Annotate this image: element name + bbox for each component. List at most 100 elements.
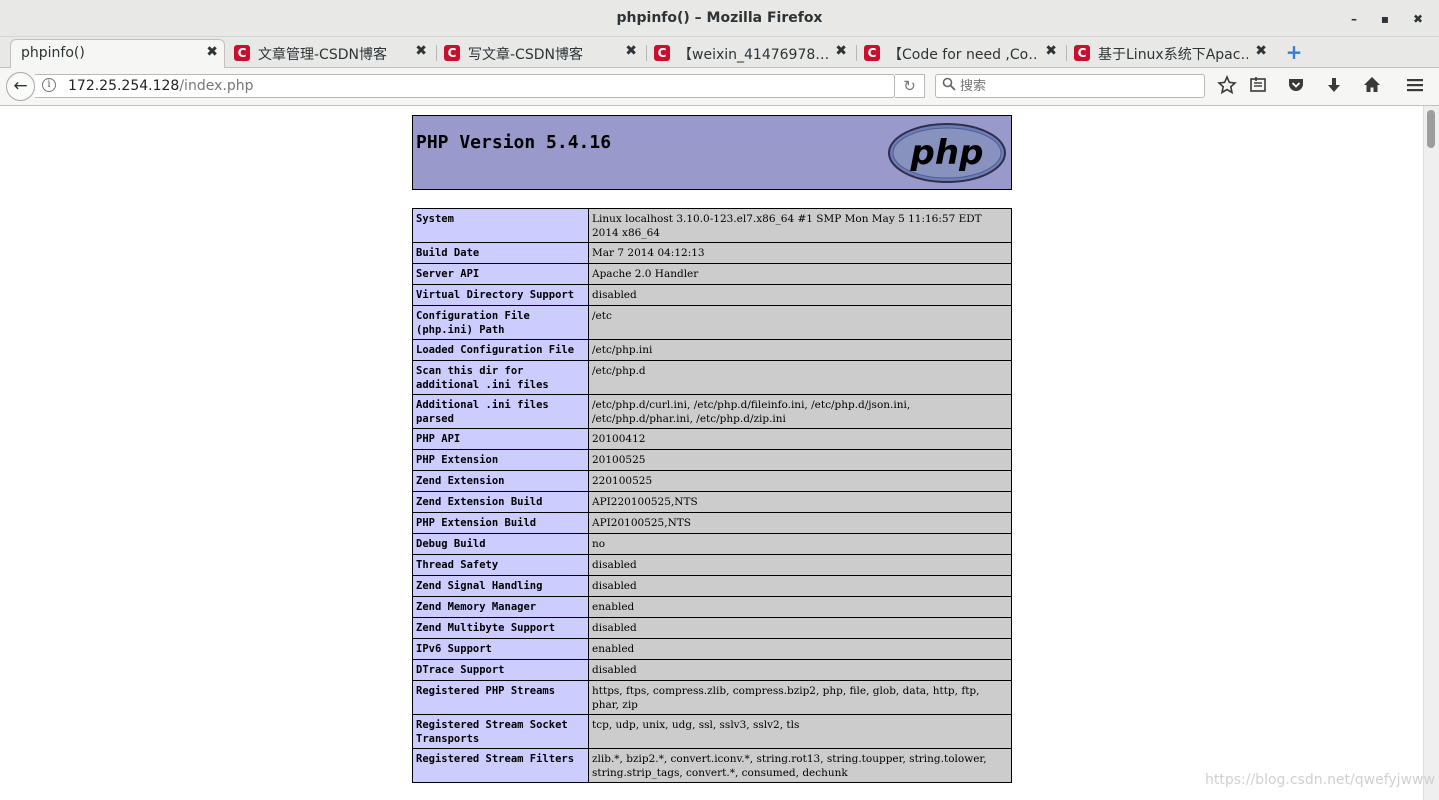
row-label: PHP Extension: [412, 449, 589, 471]
downloads-icon[interactable]: [1322, 75, 1346, 99]
table-row: Configuration File (php.ini) Path/etc: [412, 305, 1012, 340]
table-row: PHP API 20100412: [412, 428, 1012, 450]
row-value: zlib.*, bzip2.*, convert.iconv.*, string…: [588, 748, 1012, 783]
minimize-button[interactable]: –: [1344, 9, 1364, 29]
row-value: https, ftps, compress.zlib, compress.bzi…: [588, 680, 1012, 715]
row-value: API20100525,NTS: [588, 512, 1012, 534]
php-logo-icon: php: [888, 123, 1006, 183]
back-button[interactable]: ←: [6, 72, 35, 101]
row-label: Server API: [412, 263, 589, 285]
window-titlebar: phpinfo() – Mozilla Firefox – ▪ ✖: [0, 0, 1439, 37]
row-value: disabled: [588, 554, 1012, 576]
reading-list-icon[interactable]: [1246, 75, 1270, 99]
page-scrollbar[interactable]: [1423, 106, 1439, 800]
csdn-favicon-icon: C: [864, 45, 880, 61]
row-value: disabled: [588, 575, 1012, 597]
navigation-bar: ← i 172.25.254.128/index.php ↻: [0, 68, 1439, 106]
row-value: 20100412: [588, 428, 1012, 450]
url-text: 172.25.254.128/index.php: [68, 78, 253, 94]
url-path: /index.php: [179, 78, 254, 94]
tab-separator: [1066, 45, 1067, 61]
php-info-table: System Linux localhost 3.10.0-123.el7.x86…: [412, 208, 1012, 783]
tab-close-icon[interactable]: ✖: [1255, 43, 1267, 59]
url-host: 172.25.254.128: [68, 78, 180, 94]
tab-phpinfo[interactable]: phpinfo() ✖: [10, 39, 225, 68]
tab-close-icon[interactable]: ✖: [415, 43, 427, 59]
reload-button[interactable]: ↻: [895, 74, 925, 98]
row-value: Linux localhost 3.10.0-123.el7.x86_64 #1…: [588, 208, 1012, 243]
tab-csdn-write-article[interactable]: C 写文章-CSDN博客 ✖: [438, 39, 643, 68]
close-window-button[interactable]: ✖: [1408, 9, 1428, 29]
row-label: Registered PHP Streams: [412, 680, 589, 715]
tab-close-icon[interactable]: ✖: [206, 44, 218, 60]
tab-close-icon[interactable]: ✖: [835, 43, 847, 59]
row-label: IPv6 Support: [412, 638, 589, 660]
row-label: PHP API: [412, 428, 589, 450]
row-value: /etc/php.d/curl.ini, /etc/php.d/fileinfo…: [588, 394, 1012, 429]
row-label: Configuration File (php.ini) Path: [412, 305, 589, 340]
row-value: tcp, udp, unix, udg, ssl, sslv3, sslv2, …: [588, 714, 1012, 749]
row-label: Zend Signal Handling: [412, 575, 589, 597]
search-bar[interactable]: [935, 74, 1205, 98]
tab-label: 写文章-CSDN博客: [468, 47, 583, 63]
php-info-table-body: System Linux localhost 3.10.0-123.el7.x86…: [412, 208, 1012, 783]
tab-label: 【Code for need ,Co…: [888, 47, 1038, 63]
window-title: phpinfo() – Mozilla Firefox: [616, 10, 823, 26]
row-label: Zend Extension: [412, 470, 589, 492]
tab-strip: phpinfo() ✖ C 文章管理-CSDN博客 ✖ C 写文章-CSDN博客…: [0, 37, 1439, 68]
row-value: API220100525,NTS: [588, 491, 1012, 513]
row-value: /etc: [588, 305, 1012, 340]
tab-separator: [646, 45, 647, 61]
php-logo-text: php: [910, 133, 984, 173]
row-value: /etc/php.d: [588, 360, 1012, 395]
table-row: Thread Safety disabled: [412, 554, 1012, 576]
table-row: Zend Extension Build API220100525,NTS: [412, 491, 1012, 513]
csdn-favicon-icon: C: [234, 45, 250, 61]
row-label: Debug Build: [412, 533, 589, 555]
new-tab-button[interactable]: +: [1285, 41, 1303, 63]
search-icon: [942, 77, 956, 95]
maximize-button[interactable]: ▪: [1375, 9, 1395, 29]
row-label: Loaded Configuration File: [412, 339, 589, 361]
row-label: Zend Multibyte Support: [412, 617, 589, 639]
php-version-title: PHP Version 5.4.16: [416, 132, 612, 153]
row-label: System: [412, 208, 589, 243]
tab-weixin[interactable]: C 【weixin_41476978… ✖: [648, 39, 853, 68]
search-input[interactable]: [960, 77, 1195, 95]
table-row: Debug Build no: [412, 533, 1012, 555]
row-label: Additional .ini files parsed: [412, 394, 589, 429]
row-label: PHP Extension Build: [412, 512, 589, 534]
csdn-favicon-icon: C: [654, 45, 670, 61]
url-bar[interactable]: i 172.25.254.128/index.php: [35, 74, 895, 98]
table-row: Build Date Mar 7 2014 04:12:13: [412, 242, 1012, 264]
home-icon[interactable]: [1360, 75, 1384, 99]
csdn-watermark: https://blog.csdn.net/qwefyjwww: [1205, 772, 1435, 788]
site-info-icon[interactable]: i: [42, 78, 56, 92]
tab-label: 【weixin_41476978…: [678, 47, 828, 63]
table-row: PHP Extension Build API20100525,NTS: [412, 512, 1012, 534]
tab-label: 文章管理-CSDN博客: [258, 47, 387, 63]
table-row: DTrace Support disabled: [412, 659, 1012, 681]
table-row: Server API Apache 2.0 Handler: [412, 263, 1012, 285]
table-row: Additional .ini files parsed/etc/php.d/c…: [412, 394, 1012, 429]
row-label: Registered Stream Socket Transports: [412, 714, 589, 749]
tab-label: 基于Linux系统下Apac…: [1098, 47, 1248, 63]
table-row: Registered Stream Filters zlib.*, bzip2.*…: [412, 748, 1012, 783]
menu-icon[interactable]: [1403, 75, 1427, 99]
tab-close-icon[interactable]: ✖: [625, 43, 637, 59]
csdn-favicon-icon: C: [444, 45, 460, 61]
tab-linux-apache[interactable]: C 基于Linux系统下Apac… ✖: [1068, 39, 1273, 68]
pocket-icon[interactable]: [1284, 75, 1308, 99]
table-row: Registered PHP Streams https, ftps, compr…: [412, 680, 1012, 715]
scrollbar-thumb[interactable]: [1427, 110, 1435, 148]
tab-csdn-article-manage[interactable]: C 文章管理-CSDN博客 ✖: [228, 39, 433, 68]
row-label: Thread Safety: [412, 554, 589, 576]
php-version-header: PHP Version 5.4.16 php: [412, 115, 1012, 190]
tab-code-for-need[interactable]: C 【Code for need ,Co… ✖: [858, 39, 1063, 68]
tab-separator: [436, 45, 437, 61]
tab-close-icon[interactable]: ✖: [1045, 43, 1057, 59]
row-label: Virtual Directory Support: [412, 284, 589, 306]
bookmark-star-icon[interactable]: [1215, 75, 1239, 99]
table-row: System Linux localhost 3.10.0-123.el7.x86…: [412, 208, 1012, 243]
row-label: Zend Memory Manager: [412, 596, 589, 618]
